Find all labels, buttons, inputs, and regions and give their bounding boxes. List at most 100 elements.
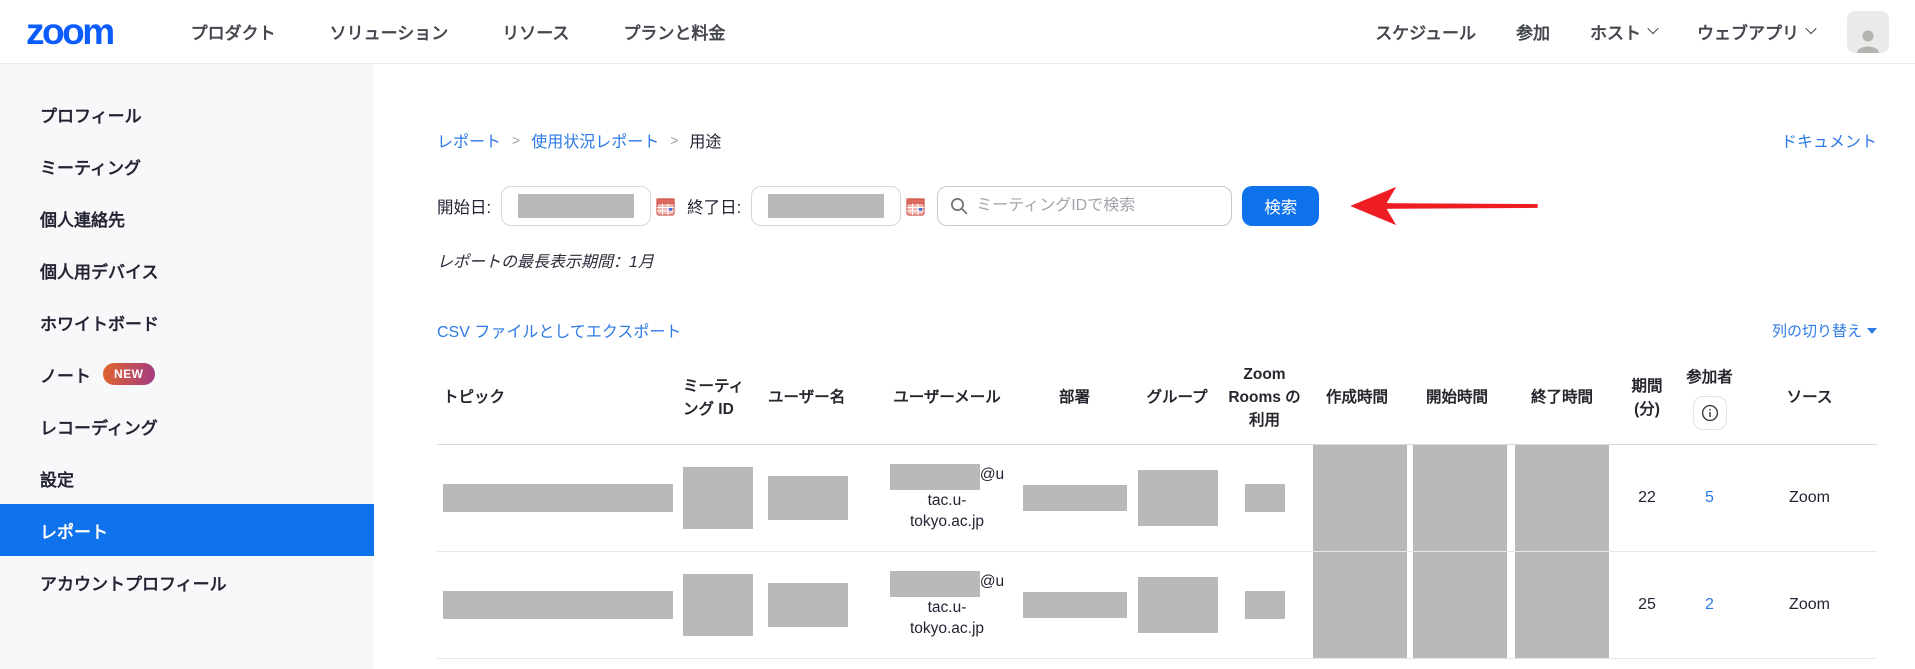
breadcrumb-current-usage: 用途: [689, 128, 721, 152]
documentation-link[interactable]: ドキュメント: [1781, 128, 1877, 152]
meeting-id-search-box: [937, 186, 1232, 226]
nav-solutions[interactable]: ソリューション: [330, 19, 449, 44]
col-header-created-time: 作成時間: [1307, 352, 1407, 444]
cell-user-name: [762, 551, 877, 658]
col-header-source: ソース: [1742, 352, 1877, 444]
cell-topic: [437, 444, 677, 551]
breadcrumb-separator: >: [670, 132, 678, 148]
report-filter-bar: 開始日: 終了日:: [437, 184, 1877, 228]
cell-topic: [437, 551, 677, 658]
cell-participants: 2: [1677, 551, 1742, 658]
redacted-end-date: [768, 194, 884, 218]
cell-created-time: [1307, 551, 1407, 658]
redacted-email-local-part: [890, 571, 980, 597]
col-header-participants: 参加者: [1677, 352, 1742, 444]
sidebar-item-personal-contacts[interactable]: 個人連絡先: [0, 192, 374, 244]
new-badge: NEW: [103, 363, 155, 385]
redacted-start-date: [518, 194, 634, 218]
nav-products[interactable]: プロダクト: [191, 19, 276, 44]
nav-resources[interactable]: リソース: [502, 19, 569, 44]
max-report-duration-note: レポートの最長表示期間：1月: [437, 248, 1877, 272]
participants-info-button[interactable]: [1693, 396, 1727, 430]
calendar-icon[interactable]: [906, 197, 925, 216]
redacted-created-time: [1313, 552, 1407, 658]
sidebar-item-account-profile[interactable]: アカウントプロフィール: [0, 556, 374, 608]
col-header-duration-min: 期間 (分): [1617, 352, 1677, 444]
col-header-user-name: ユーザー名: [762, 352, 877, 444]
sidebar-item-whiteboard[interactable]: ホワイトボード: [0, 296, 374, 348]
toggle-columns-dropdown[interactable]: 列の切り替え: [1772, 320, 1877, 341]
cell-department: [1017, 551, 1132, 658]
cell-user-email: @u tac.u- tokyo.ac.jp: [877, 444, 1017, 551]
arrow-left-icon: [1346, 184, 1542, 228]
cell-department: [1017, 444, 1132, 551]
main-menu: プロダクト ソリューション リソース プランと料金: [191, 19, 726, 44]
table-row[interactable]: @u tac.u- tokyo.ac.jp 25 2 Zoom: [437, 551, 1877, 658]
cell-user-name: [762, 444, 877, 551]
breadcrumb-separator: >: [512, 132, 520, 148]
nav-host[interactable]: ホスト: [1590, 19, 1657, 44]
col-header-end-time: 終了時間: [1507, 352, 1617, 444]
sidebar-item-settings[interactable]: 設定: [0, 452, 374, 504]
sidebar-item-profile[interactable]: プロフィール: [0, 88, 374, 140]
start-date-input[interactable]: [501, 186, 651, 226]
col-header-meeting-id: ミーティング ID: [677, 352, 762, 444]
cell-zoom-rooms: [1222, 444, 1307, 551]
redacted-end-time: [1515, 552, 1609, 658]
redacted-meeting-id: [683, 467, 753, 529]
nav-schedule[interactable]: スケジュール: [1375, 19, 1476, 44]
avatar[interactable]: [1847, 11, 1889, 53]
breadcrumb-reports[interactable]: レポート: [437, 128, 501, 152]
cell-zoom-rooms: [1222, 551, 1307, 658]
cell-duration: 25: [1617, 551, 1677, 658]
search-icon: [950, 197, 968, 215]
cell-end-time: [1507, 444, 1617, 551]
cell-group: [1132, 551, 1222, 658]
usage-report-table: トピック ミーティング ID ユーザー名 ユーザーメール 部署 グループ Zoo…: [437, 352, 1877, 659]
col-header-start-time: 開始時間: [1407, 352, 1507, 444]
calendar-icon[interactable]: [656, 197, 675, 216]
search-button[interactable]: 検索: [1242, 186, 1319, 226]
nav-join[interactable]: 参加: [1516, 19, 1550, 44]
cell-source: Zoom: [1742, 551, 1877, 658]
account-menu: スケジュール 参加 ホスト ウェブアプリ: [1375, 19, 1815, 44]
cell-participants: 5: [1677, 444, 1742, 551]
redacted-start-time: [1413, 552, 1507, 658]
sidebar-item-notes[interactable]: ノート NEW: [0, 348, 374, 400]
sidebar: プロフィール ミーティング 個人連絡先 個人用デバイス ホワイトボード ノート …: [0, 64, 374, 669]
participants-count-link[interactable]: 5: [1705, 489, 1714, 506]
breadcrumb-row: レポート > 使用状況レポート > 用途 ドキュメント: [437, 128, 1877, 152]
start-date-label: 開始日:: [437, 194, 491, 218]
col-header-department: 部署: [1017, 352, 1132, 444]
cell-created-time: [1307, 444, 1407, 551]
zoom-logo[interactable]: zoom: [26, 11, 113, 53]
sidebar-item-reports[interactable]: レポート: [0, 504, 374, 556]
redacted-start-time: [1413, 445, 1507, 551]
nav-web-app[interactable]: ウェブアプリ: [1697, 19, 1815, 44]
table-row[interactable]: @u tac.u- tokyo.ac.jp 22 5 Zoom: [437, 444, 1877, 551]
col-header-topic: トピック: [437, 352, 677, 444]
search-input[interactable]: [976, 197, 1219, 215]
redacted-topic: [443, 591, 673, 619]
export-csv-link[interactable]: CSV ファイルとしてエクスポート: [437, 318, 681, 342]
redacted-meeting-id: [683, 574, 753, 636]
cell-meeting-id: [677, 551, 762, 658]
redacted-end-time: [1515, 445, 1609, 551]
redacted-user-name: [768, 583, 848, 627]
redacted-department: [1023, 485, 1127, 511]
cell-duration: 22: [1617, 444, 1677, 551]
sidebar-item-recordings[interactable]: レコーディング: [0, 400, 374, 452]
redacted-group: [1138, 470, 1218, 526]
triangle-down-icon: [1867, 328, 1877, 334]
cell-source: Zoom: [1742, 444, 1877, 551]
participants-count-link[interactable]: 2: [1705, 596, 1714, 613]
info-icon: [1701, 404, 1719, 422]
sidebar-item-personal-devices[interactable]: 個人用デバイス: [0, 244, 374, 296]
end-date-input[interactable]: [751, 186, 901, 226]
cell-meeting-id: [677, 444, 762, 551]
sidebar-item-meetings[interactable]: ミーティング: [0, 140, 374, 192]
person-icon: [1854, 27, 1882, 53]
breadcrumb-usage-reports[interactable]: 使用状況レポート: [531, 128, 659, 152]
redacted-zoom-rooms: [1245, 591, 1285, 619]
nav-plans-pricing[interactable]: プランと料金: [623, 19, 725, 44]
